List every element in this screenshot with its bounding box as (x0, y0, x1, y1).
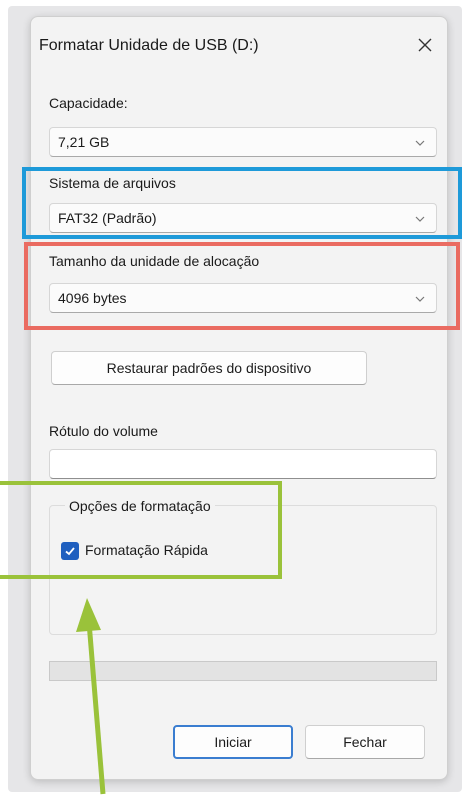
capacity-value: 7,21 GB (58, 134, 110, 150)
file-system-label: Sistema de arquivos (49, 175, 176, 191)
checkmark-icon (65, 547, 75, 556)
close-dialog-button[interactable]: Fechar (305, 725, 425, 759)
format-options-group (49, 505, 437, 635)
volume-label-label: Rótulo do volume (49, 423, 158, 439)
progress-bar (49, 661, 437, 681)
chevron-down-icon (415, 216, 425, 222)
capacity-select[interactable]: 7,21 GB (49, 127, 437, 157)
format-options-label: Opções de formatação (65, 498, 215, 514)
restore-defaults-button[interactable]: Restaurar padrões do dispositivo (51, 351, 367, 385)
dialog-title: Formatar Unidade de USB (D:) (39, 37, 259, 54)
volume-label-input[interactable] (49, 449, 437, 479)
file-system-select[interactable]: FAT32 (Padrão) (49, 203, 437, 233)
allocation-select[interactable]: 4096 bytes (49, 283, 437, 313)
quick-format-label: Formatação Rápida (85, 542, 208, 558)
capacity-label: Capacidade: (49, 95, 128, 111)
close-button[interactable] (411, 31, 439, 59)
quick-format-checkbox[interactable] (61, 542, 79, 560)
start-button[interactable]: Iniciar (173, 725, 293, 759)
chevron-down-icon (415, 140, 425, 146)
allocation-value: 4096 bytes (58, 290, 127, 306)
close-icon (418, 38, 432, 52)
file-system-value: FAT32 (Padrão) (58, 210, 157, 226)
allocation-label: Tamanho da unidade de alocação (49, 253, 260, 269)
format-dialog: Formatar Unidade de USB (D:) Capacidade:… (30, 16, 448, 780)
chevron-down-icon (415, 296, 425, 302)
